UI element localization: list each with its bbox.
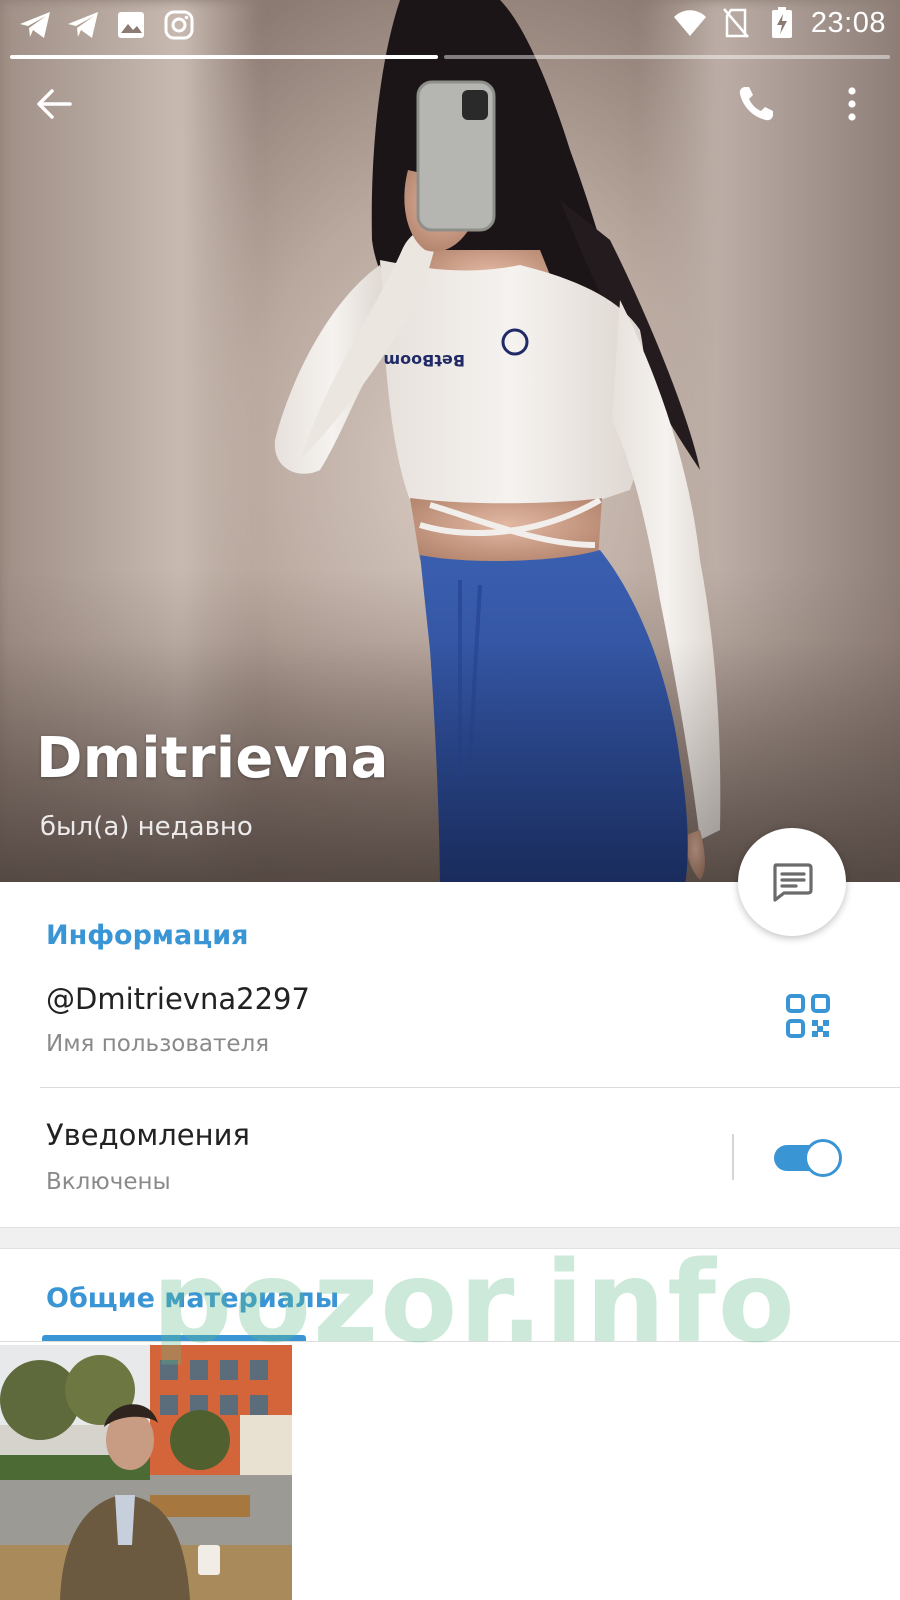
notifications-toggle[interactable] <box>774 1139 842 1177</box>
profile-last-seen: был(а) недавно <box>40 812 253 842</box>
back-button[interactable] <box>24 74 84 134</box>
photo-thumbnail-image <box>0 1345 292 1600</box>
more-vertical-icon <box>848 87 856 121</box>
svg-text:BetBoom: BetBoom <box>383 351 465 370</box>
notifications-state: Включены <box>46 1169 171 1195</box>
image-icon <box>114 8 148 42</box>
profile-name: Dmitrievna <box>36 726 389 791</box>
toggle-separator <box>732 1134 734 1180</box>
progress-segment <box>444 55 890 59</box>
story-progress <box>10 55 890 59</box>
arrow-left-icon <box>37 89 72 119</box>
info-section: Информация @Dmitrievna2297 Имя пользоват… <box>0 882 900 1227</box>
progress-segment-active <box>10 55 438 59</box>
row-divider <box>40 1087 900 1088</box>
wifi-icon <box>673 6 707 40</box>
message-icon <box>773 863 813 902</box>
phone-icon <box>739 87 773 121</box>
call-button[interactable] <box>726 74 786 134</box>
shared-media-section: Общие материалы <box>0 1249 900 1600</box>
send-message-button[interactable] <box>738 828 846 936</box>
telegram-icon <box>66 8 100 42</box>
media-thumbnail[interactable] <box>0 1345 292 1600</box>
info-section-title: Информация <box>46 920 249 951</box>
toggle-knob <box>804 1139 842 1177</box>
more-menu-button[interactable] <box>822 74 882 134</box>
notifications-title[interactable]: Уведомления <box>46 1118 250 1152</box>
profile-photo[interactable]: BetBoom 23:08 Dmitrievna был(а) недавно <box>0 0 900 900</box>
instagram-icon <box>162 8 196 42</box>
tab-divider <box>0 1341 900 1342</box>
username-value[interactable]: @Dmitrievna2297 <box>46 982 310 1016</box>
telegram-icon <box>18 8 52 42</box>
battery-charging-icon <box>765 6 799 40</box>
qr-code-icon <box>786 994 830 1038</box>
section-separator <box>0 1227 900 1249</box>
no-sim-icon <box>719 6 753 40</box>
qr-code-button[interactable] <box>786 994 838 1046</box>
username-label: Имя пользователя <box>46 1031 270 1057</box>
status-bar: 23:08 <box>0 0 900 50</box>
shared-media-tab[interactable]: Общие материалы <box>46 1283 339 1314</box>
clock: 23:08 <box>810 6 886 39</box>
